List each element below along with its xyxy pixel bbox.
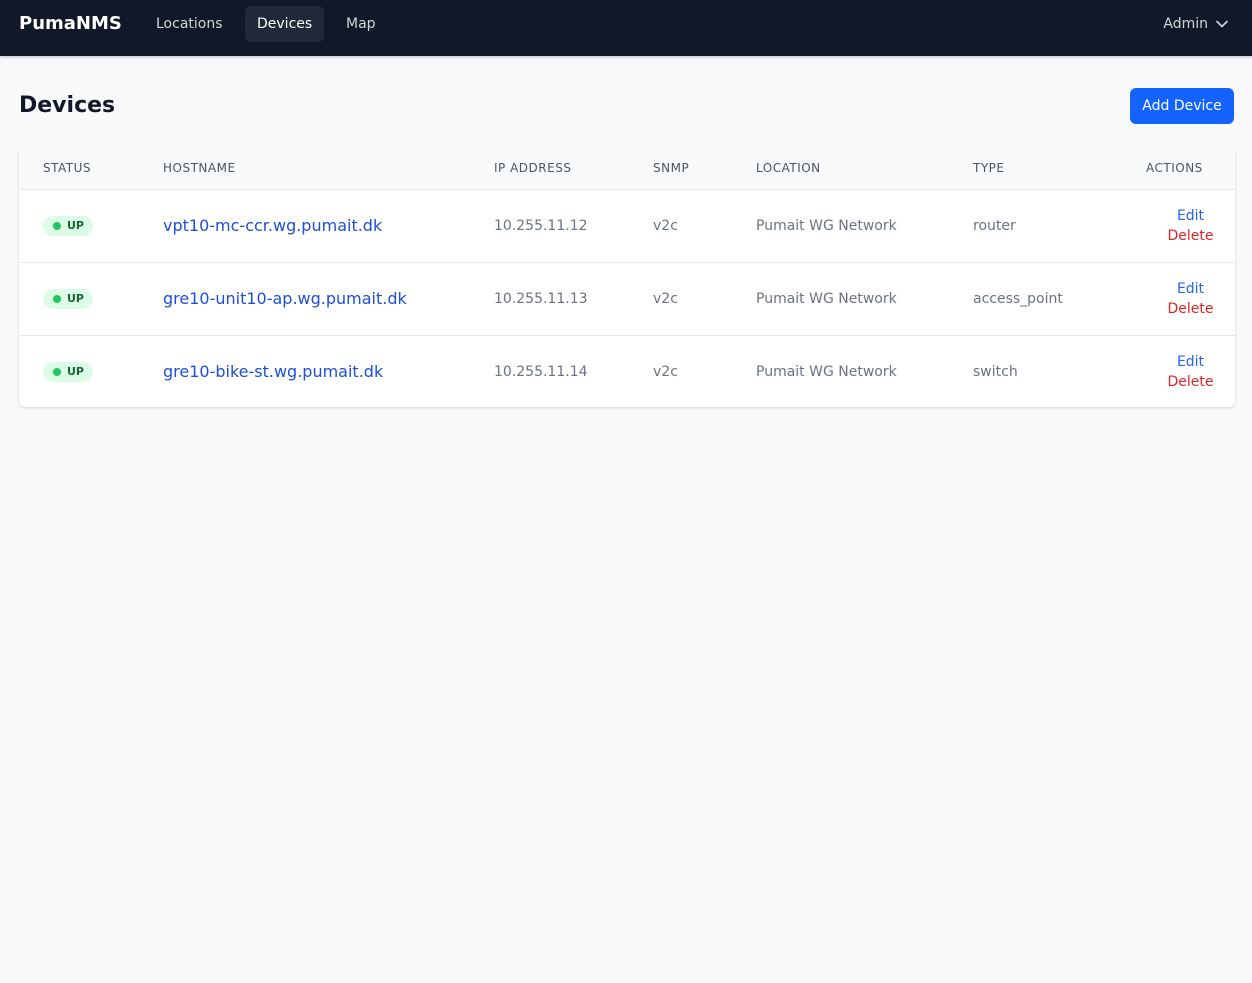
- type-cell: access_point: [973, 290, 1063, 307]
- location-cell: Pumait WG Network: [756, 290, 897, 307]
- table-row: UP gre10-bike-st.wg.pumait.dk 10.255.11.…: [19, 335, 1235, 407]
- hostname-link[interactable]: vpt10-mc-ccr.wg.pumait.dk: [163, 216, 382, 235]
- nav-item-devices[interactable]: Devices: [245, 6, 325, 42]
- status-dot-icon: [53, 294, 61, 303]
- location-cell: Pumait WG Network: [756, 363, 897, 380]
- ip-address-cell: 10.255.11.13: [494, 290, 588, 307]
- status-badge: UP: [43, 288, 93, 309]
- page-title: Devices: [19, 93, 116, 118]
- row-actions: Edit Delete: [1146, 352, 1235, 392]
- user-menu-label: Admin: [1163, 16, 1208, 32]
- row-actions: Edit Delete: [1146, 206, 1235, 246]
- chevron-down-icon: [1216, 20, 1228, 28]
- ip-address-cell: 10.255.11.12: [494, 217, 588, 234]
- status-badge: UP: [43, 215, 93, 236]
- hostname-link[interactable]: gre10-bike-st.wg.pumait.dk: [163, 362, 383, 381]
- column-header-type: TYPE: [973, 148, 1146, 190]
- table-row: UP vpt10-mc-ccr.wg.pumait.dk 10.255.11.1…: [19, 189, 1235, 262]
- top-navbar: PumaNMS Locations Devices Map Admin: [0, 0, 1252, 56]
- column-header-location: LOCATION: [756, 148, 973, 190]
- edit-link[interactable]: Edit: [1177, 279, 1204, 299]
- snmp-cell: v2c: [653, 217, 678, 234]
- status-label: UP: [67, 292, 84, 305]
- ip-address-cell: 10.255.11.14: [494, 363, 588, 380]
- nav-item-locations[interactable]: Locations: [144, 6, 235, 42]
- column-header-actions: ACTIONS: [1146, 148, 1235, 190]
- type-cell: switch: [973, 363, 1018, 380]
- table-row: UP gre10-unit10-ap.wg.pumait.dk 10.255.1…: [19, 262, 1235, 335]
- devices-table: STATUS HOSTNAME IP ADDRESS SNMP LOCATION…: [19, 148, 1235, 407]
- row-actions: Edit Delete: [1146, 279, 1235, 319]
- type-cell: router: [973, 217, 1016, 234]
- table-header-row: STATUS HOSTNAME IP ADDRESS SNMP LOCATION…: [19, 148, 1235, 190]
- location-cell: Pumait WG Network: [756, 217, 897, 234]
- column-header-status: STATUS: [19, 148, 163, 190]
- user-menu[interactable]: Admin: [1163, 6, 1228, 42]
- column-header-snmp: SNMP: [653, 148, 756, 190]
- delete-link[interactable]: Delete: [1168, 299, 1214, 319]
- brand-logo[interactable]: PumaNMS: [19, 13, 122, 35]
- edit-link[interactable]: Edit: [1177, 206, 1204, 226]
- delete-link[interactable]: Delete: [1168, 226, 1214, 246]
- nav-item-map[interactable]: Map: [334, 6, 388, 42]
- column-header-hostname: HOSTNAME: [163, 148, 494, 190]
- column-header-ip-address: IP ADDRESS: [494, 148, 653, 190]
- devices-table-card: STATUS HOSTNAME IP ADDRESS SNMP LOCATION…: [19, 148, 1235, 407]
- status-label: UP: [67, 219, 84, 232]
- status-label: UP: [67, 365, 84, 379]
- status-badge: UP: [43, 361, 93, 382]
- snmp-cell: v2c: [653, 290, 678, 307]
- add-device-button[interactable]: Add Device: [1130, 88, 1234, 124]
- snmp-cell: v2c: [653, 363, 678, 380]
- delete-link[interactable]: Delete: [1168, 372, 1214, 392]
- status-dot-icon: [53, 367, 61, 376]
- edit-link[interactable]: Edit: [1177, 352, 1204, 372]
- hostname-link[interactable]: gre10-unit10-ap.wg.pumait.dk: [163, 289, 407, 308]
- status-dot-icon: [53, 221, 61, 230]
